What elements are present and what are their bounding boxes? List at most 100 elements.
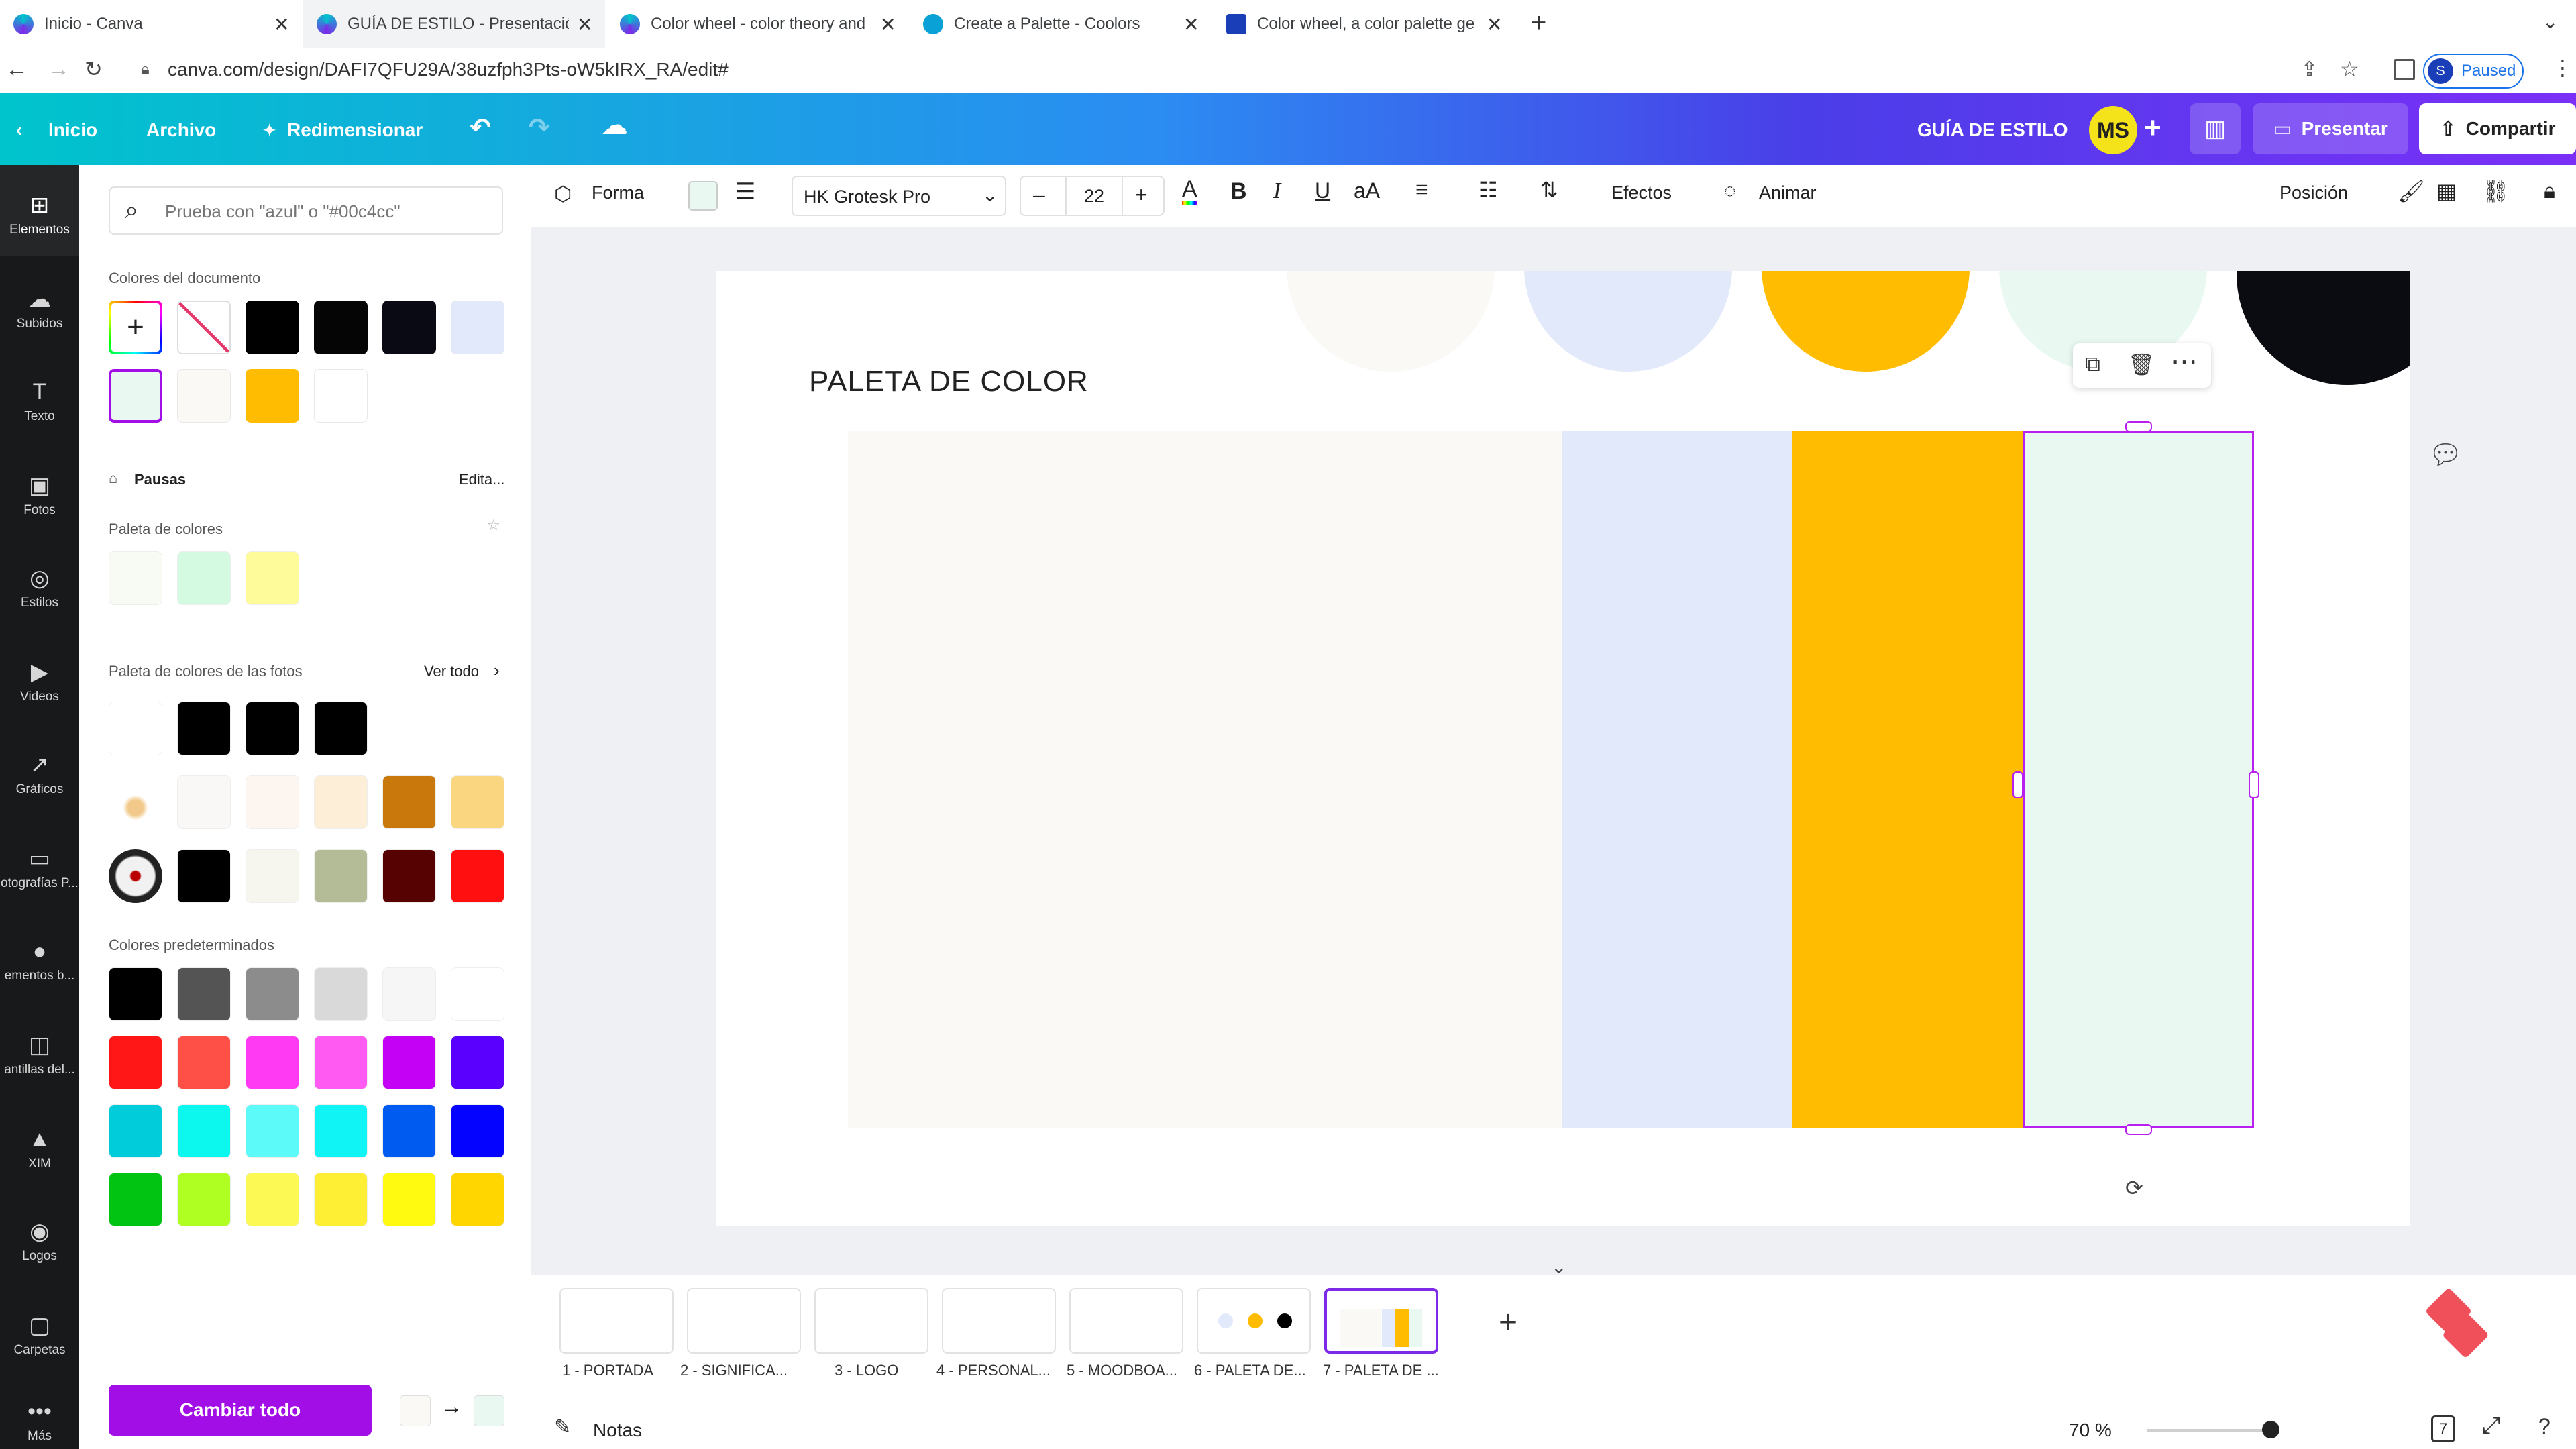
photo-color-swatch[interactable] [382,775,436,829]
add-color-button[interactable]: + [109,301,162,354]
edit-brand-link[interactable]: Edita... [459,471,504,488]
undo-icon[interactable]: ↶ [470,113,491,143]
photo-color-swatch[interactable] [177,849,231,903]
font-size-stepper[interactable]: – 22 + [1020,176,1165,216]
photo-color-swatch[interactable] [314,702,368,755]
default-color-swatch[interactable] [246,1173,299,1226]
photo-thumbnail[interactable] [109,849,162,903]
cloud-saved-icon[interactable]: ☁ [601,110,628,141]
home-link[interactable]: Inicio [48,119,97,141]
lock-icon[interactable]: 🔒︎ [2544,178,2555,204]
new-tab-icon[interactable]: + [1531,8,1546,38]
zoom-slider-thumb[interactable] [2262,1421,2279,1438]
default-color-swatch[interactable] [382,1104,436,1158]
help-icon[interactable]: ? [2538,1414,2551,1439]
shape-button[interactable]: Forma [592,182,644,203]
page-label[interactable]: 5 - MOODBOA... [1067,1362,1177,1379]
default-color-swatch[interactable] [109,1173,162,1226]
text-color-icon[interactable]: A [1182,177,1197,205]
profile-paused-chip[interactable]: S Paused [2423,54,2524,89]
page-label[interactable]: 2 - SIGNIFICA... [680,1362,788,1379]
notes-button[interactable]: Notas [593,1419,642,1441]
change-all-button[interactable]: Cambiar todo [109,1385,372,1436]
rail-item-videos[interactable]: ▶ Videos [0,660,79,704]
doc-color-swatch[interactable] [177,369,231,423]
default-color-swatch[interactable] [109,1104,162,1158]
browser-tab-active[interactable]: GUÍA DE ESTILO - Presentació ✕ [303,0,605,48]
doc-color-swatch[interactable] [314,301,368,354]
decrease-size-icon[interactable]: – [1033,182,1045,207]
paint-format-icon[interactable]: 🖌︎ [2398,178,2425,204]
palette-circle[interactable] [1762,271,1970,372]
font-size-value[interactable]: 22 [1065,177,1123,215]
color-search-box[interactable]: ⌕ [109,186,503,235]
align-center-icon[interactable]: ≡ [1415,177,1428,202]
page-label[interactable]: 6 - PALETA DE... [1194,1362,1306,1379]
back-chevron-icon[interactable]: ‹ [16,119,22,141]
photo-thumbnail[interactable] [109,775,162,829]
palette-star-icon[interactable]: ☆ [487,517,500,534]
rail-item-logos[interactable]: ◉ Logos [0,1220,79,1264]
doc-color-swatch[interactable] [382,301,436,354]
palette-circle[interactable] [1287,271,1495,372]
default-color-swatch[interactable] [109,1036,162,1089]
share-page-icon[interactable]: ⇪ [2301,58,2318,81]
default-color-swatch[interactable] [382,967,436,1021]
default-color-swatch[interactable] [451,1104,504,1158]
rail-item-templates[interactable]: ◫ antillas del... [0,1033,79,1077]
palette-color-swatch[interactable] [246,551,299,605]
photo-color-swatch[interactable] [314,849,368,903]
default-color-swatch[interactable] [177,967,231,1021]
transparency-icon[interactable]: ▦ [2436,178,2457,204]
page-thumbnail[interactable] [1069,1288,1183,1354]
rail-item-uploads[interactable]: ☁ Subidos [0,287,79,331]
page-thumbnail[interactable] [942,1288,1056,1354]
default-color-swatch[interactable] [314,967,368,1021]
page-label[interactable]: 3 - LOGO [835,1362,898,1379]
duplicate-icon[interactable]: ⧉ [2085,352,2100,377]
default-color-swatch[interactable] [177,1104,231,1158]
default-color-swatch[interactable] [314,1104,368,1158]
palette-bar[interactable] [848,431,1562,1128]
default-color-swatch[interactable] [314,1173,368,1226]
border-style-icon[interactable]: ☰ [735,178,755,205]
increase-size-icon[interactable]: + [1135,182,1148,207]
reload-icon[interactable]: ↻ [85,56,103,82]
present-button[interactable]: ▭ Presentar [2253,103,2408,154]
lock-icon[interactable]: 🔒︎ [141,60,150,79]
close-icon[interactable]: ✕ [577,13,592,36]
default-color-swatch[interactable] [451,1036,504,1089]
animate-button[interactable]: Animar [1759,182,1817,203]
browser-tab[interactable]: Color wheel, a color palette ge ✕ [1213,0,1515,48]
photo-color-swatch[interactable] [246,702,299,755]
photo-thumbnail[interactable] [109,702,162,755]
default-color-swatch[interactable] [246,1036,299,1089]
default-color-swatch[interactable] [451,967,504,1021]
no-color-swatch[interactable] [177,301,231,354]
redo-icon[interactable]: ↷ [529,113,550,143]
page-thumbnail[interactable] [1324,1288,1438,1354]
back-icon[interactable]: ← [5,56,28,83]
browser-tab[interactable]: Color wheel - color theory and ✕ [606,0,908,48]
page-thumbnail[interactable] [814,1288,928,1354]
font-selector[interactable]: HK Grotesk Pro ⌄ [792,176,1006,216]
default-color-swatch[interactable] [382,1173,436,1226]
browser-tab[interactable]: Create a Palette - Coolors ✕ [910,0,1212,48]
to-color-swatch[interactable] [474,1395,504,1426]
color-search-input[interactable] [164,195,488,228]
more-icon[interactable]: ⋯ [2171,346,2198,377]
palette-color-swatch[interactable] [177,551,231,605]
design-title[interactable]: GUÍA DE ESTILO [1917,119,2068,141]
palette-bar[interactable] [1792,431,2023,1128]
doc-color-swatch[interactable] [314,369,368,423]
close-icon[interactable]: ✕ [1183,13,1199,36]
default-color-swatch[interactable] [246,1104,299,1158]
photo-color-swatch[interactable] [246,775,299,829]
bookmark-star-icon[interactable]: ☆ [2340,56,2359,82]
bold-icon[interactable]: B [1230,178,1247,205]
default-color-swatch[interactable] [314,1036,368,1089]
close-icon[interactable]: ✕ [880,13,896,36]
rail-item-elements-b[interactable]: ● ementos b... [0,939,79,983]
fill-color-button[interactable] [688,181,718,211]
page-thumbnail[interactable] [559,1288,674,1354]
